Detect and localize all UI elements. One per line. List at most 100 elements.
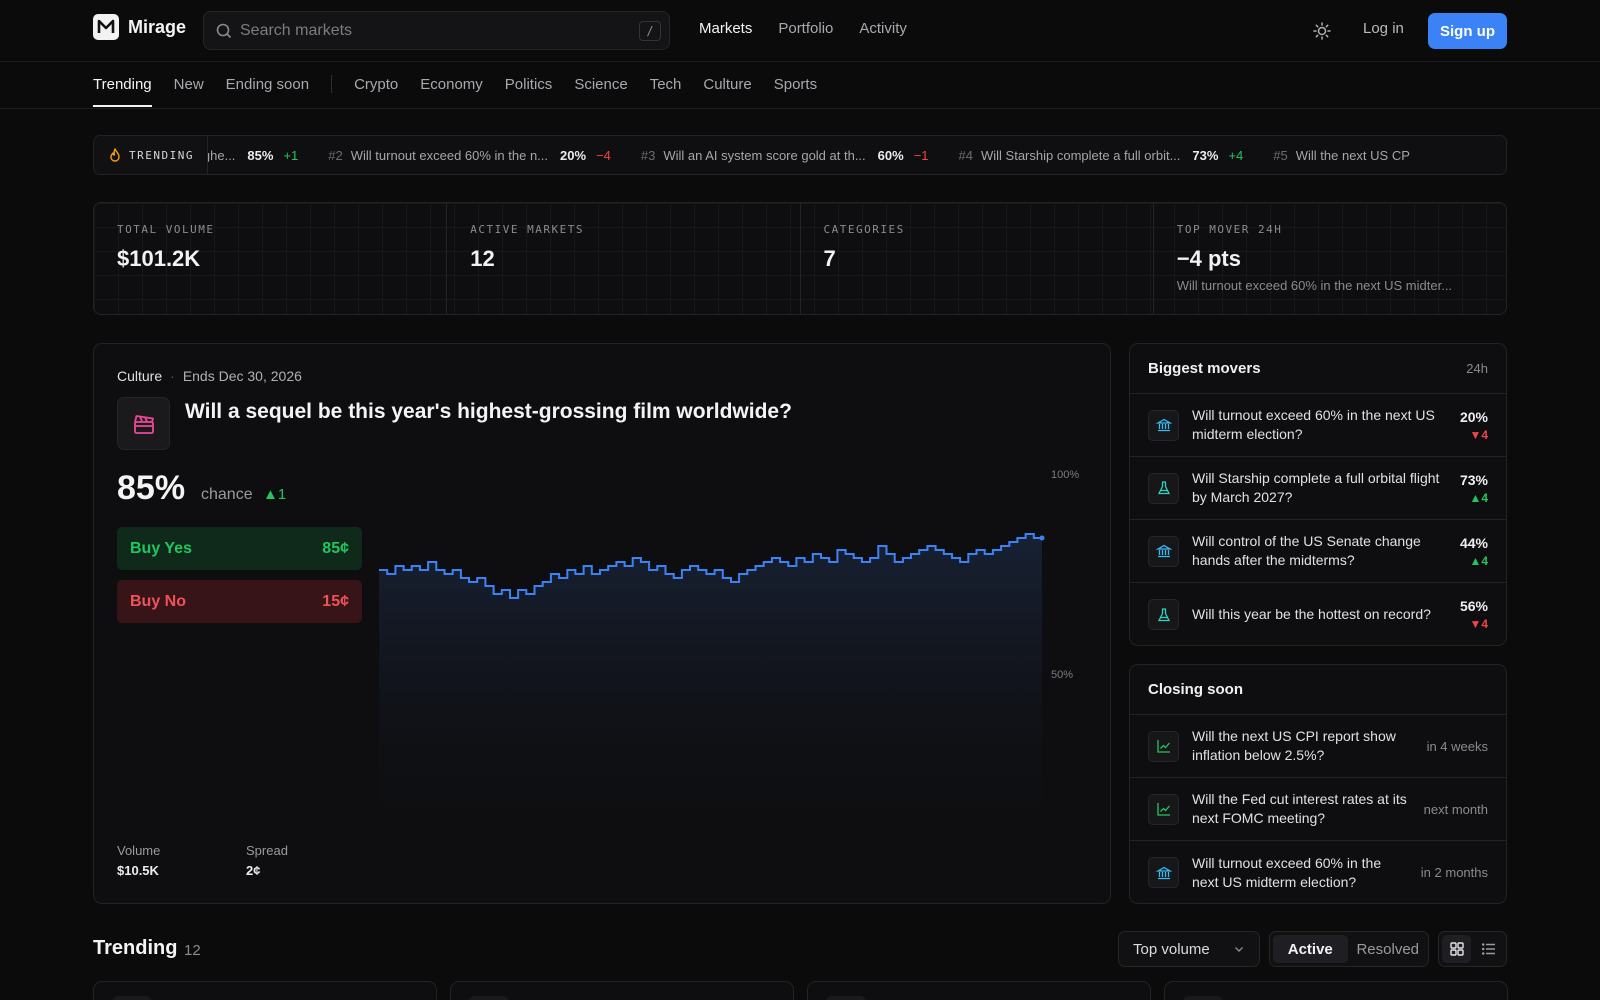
buy-no-button[interactable]: Buy No 15¢ xyxy=(117,580,362,623)
filter-resolved-button[interactable]: Resolved xyxy=(1351,935,1426,963)
signup-button[interactable]: Sign up xyxy=(1428,13,1507,49)
ticker-item-delta: +4 xyxy=(1228,147,1244,163)
market-card[interactable] xyxy=(450,981,794,1000)
ticker-item[interactable]: #5 Will the next US CP xyxy=(1273,148,1422,163)
mover-delta: ▼4 xyxy=(1469,617,1488,631)
theme-toggle-button[interactable] xyxy=(1312,21,1332,41)
mover-row[interactable]: Will Starship complete a full orbital fl… xyxy=(1130,457,1506,520)
featured-category: Culture xyxy=(117,368,163,384)
trending-ticker: TRENDING ighe... 85% +1 #2 Will turnout … xyxy=(93,135,1507,175)
list-view-button[interactable] xyxy=(1474,935,1503,963)
nav-activity[interactable]: Activity xyxy=(859,20,907,37)
login-link[interactable]: Log in xyxy=(1363,20,1404,37)
grid-icon xyxy=(1449,942,1464,956)
ticker-item-rank: #5 xyxy=(1273,147,1288,163)
stat-label: TOP MOVER 24H xyxy=(1176,223,1283,236)
category-science[interactable]: Science xyxy=(574,76,627,93)
mover-question: Will this year be the hottest on record? xyxy=(1192,606,1431,622)
spread-stat: Spread 2¢ xyxy=(246,843,288,878)
tab-trending[interactable]: Trending xyxy=(93,76,152,107)
featured-end-date: Ends Dec 30, 2026 xyxy=(182,368,302,384)
search-icon xyxy=(216,23,232,38)
search-box[interactable]: / xyxy=(203,11,670,50)
top-bar: Mirage / Markets Portfolio Activity Log … xyxy=(0,0,1600,62)
ticker-item-text: Will an AI system score gold at th... xyxy=(663,147,866,163)
stat-total-volume: TOTAL VOLUME $101.2K xyxy=(94,203,448,314)
brand-logo[interactable]: Mirage xyxy=(93,14,186,40)
mover-delta: ▲4 xyxy=(1469,490,1488,505)
stat-label: ACTIVE MARKETS xyxy=(470,223,584,236)
market-card[interactable] xyxy=(807,981,1151,1000)
logo-icon xyxy=(93,14,119,40)
stat-subtitle: Will turnout exceed 60% in the next US m… xyxy=(1176,278,1453,293)
panel-title: Closing soon xyxy=(1148,681,1243,698)
featured-meta: Culture · Ends Dec 30, 2026 xyxy=(117,368,302,384)
category-culture[interactable]: Culture xyxy=(703,76,751,93)
buy-yes-button[interactable]: Buy Yes 85¢ xyxy=(117,527,362,570)
category-tech[interactable]: Tech xyxy=(650,76,682,93)
closing-row[interactable]: Will turnout exceed 60% in the next US m… xyxy=(1130,841,1506,903)
mover-row[interactable]: Will this year be the hottest on record?… xyxy=(1130,583,1506,645)
featured-delta: ▲1 xyxy=(263,486,287,503)
market-card[interactable] xyxy=(93,981,437,1000)
closing-row[interactable]: Will the Fed cut interest rates at its n… xyxy=(1130,778,1506,841)
stat-value: $101.2K xyxy=(117,246,201,271)
ticker-item-percent: 73% xyxy=(1192,147,1219,163)
bank-icon xyxy=(1148,857,1179,888)
stat-value: 12 xyxy=(470,246,495,271)
search-input[interactable] xyxy=(240,21,620,40)
mover-question: Will control of the US Senate change han… xyxy=(1192,533,1421,568)
category-economy[interactable]: Economy xyxy=(420,76,483,93)
panel-period: 24h xyxy=(1466,361,1488,376)
biggest-movers-panel: Biggest movers 24h Will turnout exceed 6… xyxy=(1129,343,1507,646)
nav-portfolio[interactable]: Portfolio xyxy=(778,20,833,37)
tab-ending-soon[interactable]: Ending soon xyxy=(226,76,309,93)
ticker-item-rank: #3 xyxy=(640,147,656,163)
mover-delta: ▼4 xyxy=(1469,427,1488,442)
chart-icon xyxy=(1148,793,1179,825)
closing-row[interactable]: Will the next US CPI report show inflati… xyxy=(1130,715,1506,778)
sun-icon xyxy=(1313,22,1331,40)
buy-yes-label: Buy Yes xyxy=(130,539,192,557)
sort-select[interactable]: Top volume xyxy=(1118,931,1260,967)
chart-end-dot xyxy=(1039,535,1045,541)
mover-question: Will Starship complete a full orbital fl… xyxy=(1192,470,1440,505)
mover-delta: ▲4 xyxy=(1469,553,1488,568)
mover-row[interactable]: Will turnout exceed 60% in the next US m… xyxy=(1130,394,1506,457)
closing-question: Will the next US CPI report show inflati… xyxy=(1192,728,1396,763)
category-sports[interactable]: Sports xyxy=(774,76,817,93)
price-chart[interactable]: 100% 50% xyxy=(379,464,1091,864)
stat-label: TOTAL VOLUME xyxy=(117,223,215,236)
ticker-item-percent: 85% xyxy=(247,147,274,163)
mover-percent: 73% xyxy=(1459,471,1488,488)
ticker-label: TRENDING xyxy=(94,136,208,174)
closing-soon-panel: Closing soon Will the next US CPI report… xyxy=(1129,664,1507,904)
ticker-item[interactable]: #2 Will turnout exceed 60% in the n... 2… xyxy=(328,148,611,163)
ticker-item[interactable]: #4 Will Starship complete a full orbit..… xyxy=(959,148,1244,163)
chart-axis-label-50: 50% xyxy=(1051,669,1073,681)
ticker-item-text: Will turnout exceed 60% in the n... xyxy=(350,147,549,163)
bank-icon xyxy=(1148,409,1179,441)
category-politics[interactable]: Politics xyxy=(505,76,553,93)
list-icon xyxy=(1481,943,1495,955)
filter-active-button[interactable]: Active xyxy=(1273,935,1348,963)
stat-active-markets: ACTIVE MARKETS 12 xyxy=(447,203,801,314)
featured-percent: 85% xyxy=(117,469,186,507)
featured-title[interactable]: Will a sequel be this year's highest-gro… xyxy=(185,400,792,424)
chevron-down-icon xyxy=(1235,947,1243,952)
stat-top-mover[interactable]: TOP MOVER 24H −4 pts Will turnout exceed… xyxy=(1154,203,1506,314)
status-filter: Active Resolved xyxy=(1269,931,1429,967)
buy-no-price: 15¢ xyxy=(322,592,349,610)
tab-new[interactable]: New xyxy=(174,76,204,93)
ticker-item[interactable]: ighe... 85% +1 xyxy=(200,148,298,163)
ticker-item-text: Will Starship complete a full orbit... xyxy=(981,147,1181,163)
category-crypto[interactable]: Crypto xyxy=(354,76,398,93)
ticker-item[interactable]: #3 Will an AI system score gold at th...… xyxy=(641,148,929,163)
grid-view-button[interactable] xyxy=(1442,935,1471,963)
mover-row[interactable]: Will control of the US Senate change han… xyxy=(1130,520,1506,583)
market-card[interactable] xyxy=(1164,981,1508,1000)
nav-markets[interactable]: Markets xyxy=(699,20,752,37)
sort-select-value: Top volume xyxy=(1133,940,1210,958)
trending-count: 12 xyxy=(184,942,201,959)
featured-market-card[interactable]: Culture · Ends Dec 30, 2026 Will a seque… xyxy=(93,343,1111,904)
